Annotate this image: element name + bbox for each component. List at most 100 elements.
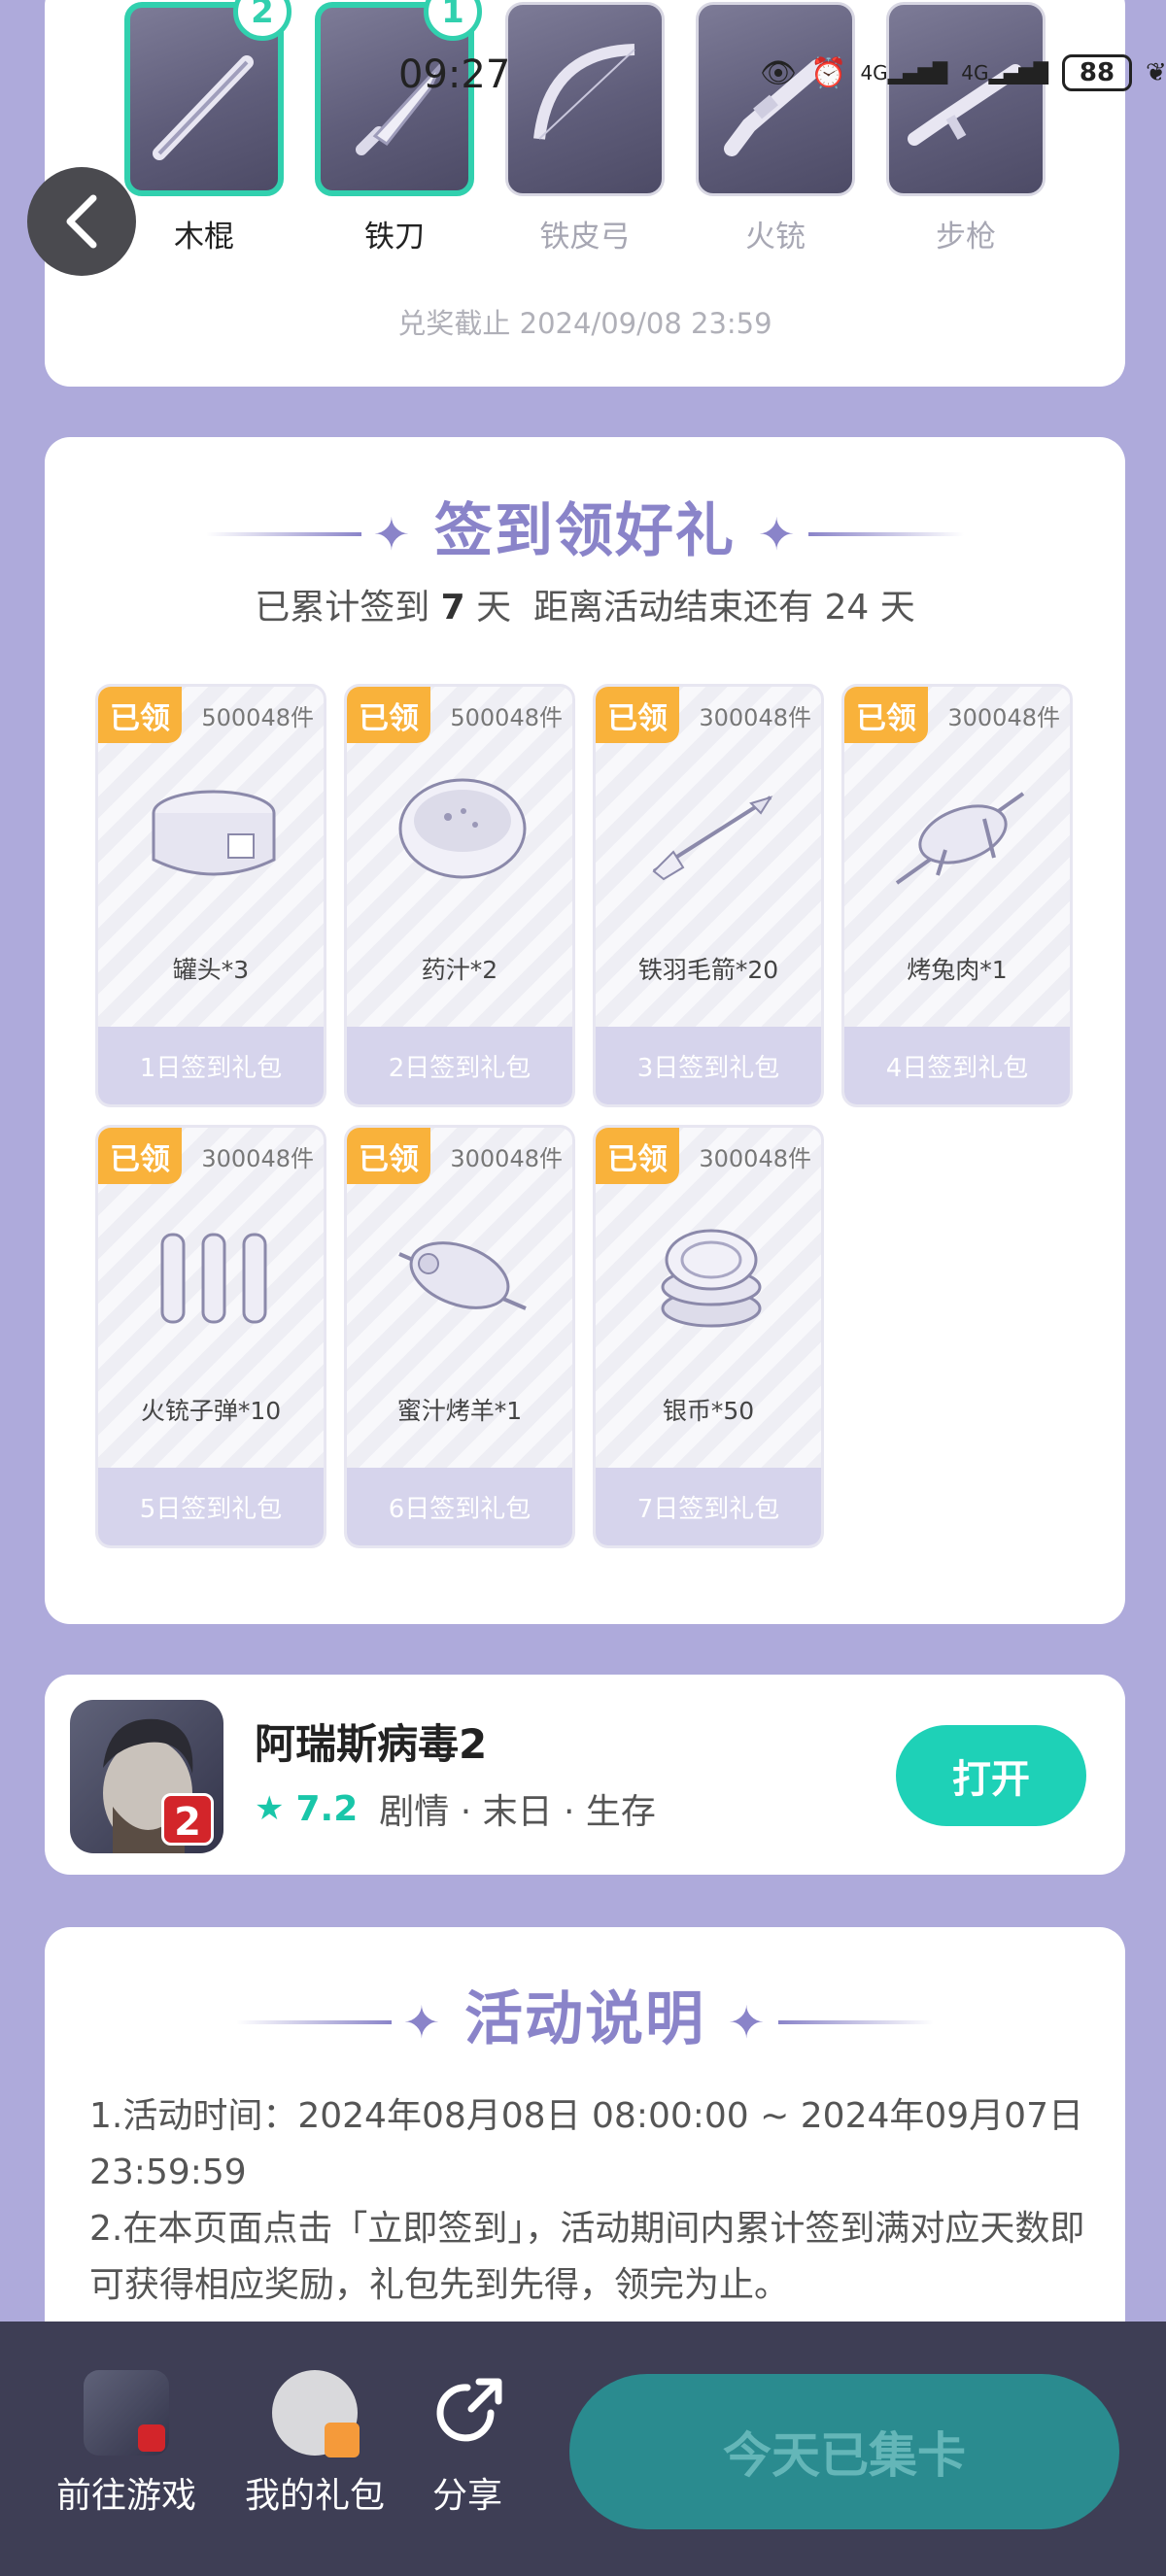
rules-text: 1.活动时间：2024年08月08日 08:00:00 ~ 2024年09月07… bbox=[89, 2088, 1086, 2314]
sparkle-icon: ✦ bbox=[757, 508, 798, 561]
reward-day-label: 6日签到礼包 bbox=[347, 1468, 572, 1545]
reward-day-7[interactable]: 已领 300048件 银币*50 7日签到礼包 bbox=[593, 1125, 824, 1548]
arrow-icon bbox=[652, 796, 773, 881]
title-decoration bbox=[778, 2020, 935, 2025]
rules-line-1: 1.活动时间：2024年08月08日 08:00:00 ~ 2024年09月07… bbox=[89, 2096, 1083, 2192]
weapon-name: 火铳 bbox=[745, 220, 806, 254]
reward-item-name: 火铳子弹*10 bbox=[140, 1397, 282, 1425]
chevron-left-icon bbox=[66, 194, 97, 249]
claimed-badge: 已领 bbox=[347, 687, 430, 743]
claimed-badge: 已领 bbox=[844, 687, 928, 743]
alarm-icon: ⏰ bbox=[810, 55, 847, 90]
signal-icon-2: 4G▂▄▆█ bbox=[961, 61, 1048, 85]
title-decoration bbox=[205, 532, 361, 537]
claimed-badge: 已领 bbox=[596, 687, 679, 743]
reward-stock: 500048件 bbox=[450, 704, 563, 731]
reward-stock: 300048件 bbox=[450, 1145, 563, 1172]
tab-label: 前往游戏 bbox=[55, 2476, 196, 2516]
reward-day-6[interactable]: 已领 300048件 蜜汁烤羊*1 6日签到礼包 bbox=[344, 1125, 575, 1548]
bullets-icon bbox=[160, 1233, 267, 1324]
sparkle-icon: ✦ bbox=[402, 1996, 443, 2050]
wooden-stick-icon: 2 bbox=[124, 0, 292, 196]
reward-stock: 300048件 bbox=[699, 704, 811, 731]
weapon-iron-knife[interactable]: 1 铁刀 bbox=[315, 0, 482, 255]
rules-title-row: ✦ 活动说明 ✦ bbox=[45, 1972, 1125, 2056]
game-title: 阿瑞斯病毒2 bbox=[255, 1720, 488, 1768]
reward-day-label: 5日签到礼包 bbox=[98, 1468, 324, 1545]
reward-day-2[interactable]: 已领 500048件 药汁*2 2日签到礼包 bbox=[344, 684, 575, 1107]
rules-title: 活动说明 bbox=[464, 1985, 705, 2053]
reward-day-label: 2日签到礼包 bbox=[347, 1027, 572, 1104]
roast-lamb-icon bbox=[398, 1241, 527, 1310]
rules-line-2: 2.在本页面点击「立即签到」，活动期间内累计签到满对应天数即可获得相应奖励，礼包… bbox=[89, 2209, 1085, 2305]
reward-day-4[interactable]: 已领 300048件 烤兔肉*1 4日签到礼包 bbox=[841, 684, 1073, 1107]
reward-item-name: 铁羽毛箭*20 bbox=[637, 956, 779, 984]
status-icons: 👁 ⏰ 4G▂▄▆█ 4G▂▄▆█ 88 ❦ bbox=[760, 54, 1166, 91]
reward-item-name: 药汁*2 bbox=[421, 956, 498, 984]
game-meta: ★ 7.2 剧情 · 末日 · 生存 bbox=[255, 1783, 656, 1834]
title-decoration bbox=[235, 2020, 392, 2025]
tab-label: 我的礼包 bbox=[244, 2476, 385, 2516]
share-icon bbox=[425, 2370, 510, 2456]
game-tags: 剧情 · 末日 · 生存 bbox=[379, 1792, 656, 1832]
game-number-badge: 2 bbox=[161, 1793, 214, 1846]
iron-knife-icon: 1 bbox=[315, 0, 482, 196]
weapon-name: 铁皮弓 bbox=[539, 220, 631, 254]
reward-stock: 500048件 bbox=[201, 704, 314, 731]
reward-item-name: 银币*50 bbox=[662, 1397, 755, 1425]
reward-day-label: 1日签到礼包 bbox=[98, 1027, 324, 1104]
collected-today-button[interactable]: 今天已集卡 bbox=[569, 2374, 1119, 2529]
reward-day-5[interactable]: 已领 300048件 火铳子弹*10 5日签到礼包 bbox=[95, 1125, 326, 1548]
weapon-iron-bow[interactable]: 铁皮弓 bbox=[505, 2, 665, 255]
status-time: 09:27 bbox=[398, 52, 511, 97]
silver-coins-icon bbox=[661, 1229, 762, 1328]
canned-food-icon bbox=[152, 790, 276, 876]
game-icon bbox=[84, 2370, 169, 2456]
tab-label: 分享 bbox=[431, 2476, 502, 2516]
weapon-name: 木棍 bbox=[174, 220, 234, 254]
weapon-rifle[interactable]: 步枪 bbox=[886, 2, 1046, 255]
weapon-wooden-stick[interactable]: 2 木棍 bbox=[124, 0, 292, 255]
claimed-badge: 已领 bbox=[98, 1128, 182, 1184]
reward-stock: 300048件 bbox=[699, 1145, 811, 1172]
rifle-icon bbox=[886, 2, 1046, 196]
reward-item-name: 烤兔肉*1 bbox=[907, 956, 1008, 984]
musket-icon bbox=[696, 2, 855, 196]
checkin-summary: 已累计签到 7 天 距离活动结束还有 24 天 bbox=[255, 588, 915, 627]
claimed-badge: 已领 bbox=[98, 687, 182, 743]
tab-go-to-game[interactable]: 前往游戏 bbox=[51, 2370, 202, 2518]
exchange-deadline: 兑奖截止 2024/09/08 23:59 bbox=[397, 307, 772, 340]
sparkle-icon: ✦ bbox=[372, 508, 413, 561]
iron-bow-icon bbox=[505, 2, 665, 196]
reward-day-label: 7日签到礼包 bbox=[596, 1468, 821, 1545]
medicine-bowl-icon bbox=[398, 778, 527, 879]
weapon-musket[interactable]: 火铳 bbox=[696, 2, 855, 255]
game-rating: 7.2 bbox=[295, 1788, 359, 1829]
reward-stock: 300048件 bbox=[947, 704, 1060, 731]
reward-day-label: 3日签到礼包 bbox=[596, 1027, 821, 1104]
weapon-name: 铁刀 bbox=[364, 220, 425, 254]
avatar-gift-icon bbox=[272, 2370, 360, 2457]
weapon-name: 步枪 bbox=[936, 220, 996, 254]
game-app-icon[interactable]: 2 bbox=[70, 1700, 223, 1853]
bottom-action-bar: 前往游戏 我的礼包 分享 今天已集卡 bbox=[0, 2322, 1166, 2576]
tab-my-gifts[interactable]: 我的礼包 bbox=[239, 2370, 391, 2518]
reward-item-name: 罐头*3 bbox=[172, 956, 250, 984]
back-button[interactable] bbox=[27, 167, 136, 276]
checkin-title-row: ✦ 签到领好礼 ✦ bbox=[45, 484, 1125, 568]
tab-share[interactable]: 分享 bbox=[424, 2370, 511, 2518]
title-decoration bbox=[808, 532, 965, 537]
sparkle-icon: ✦ bbox=[727, 1996, 768, 2050]
reward-day-3[interactable]: 已领 300048件 铁羽毛箭*20 3日签到礼包 bbox=[593, 684, 824, 1107]
roast-rabbit-icon bbox=[895, 792, 1025, 885]
open-game-button[interactable]: 打开 bbox=[896, 1725, 1086, 1826]
reward-day-label: 4日签到礼包 bbox=[844, 1027, 1070, 1104]
checkin-title: 签到领好礼 bbox=[434, 497, 736, 565]
battery-icon: 88 bbox=[1061, 54, 1132, 91]
claimed-badge: 已领 bbox=[347, 1128, 430, 1184]
checkin-card: ✦ 签到领好礼 ✦ 已累计签到 7 天 距离活动结束还有 24 天 已领 500… bbox=[45, 437, 1125, 1624]
reward-day-1[interactable]: 已领 500048件 罐头*3 1日签到礼包 bbox=[95, 684, 326, 1107]
leaf-icon: ❦ bbox=[1145, 58, 1166, 87]
signal-icon: 4G▂▄▆█ bbox=[860, 61, 948, 85]
reward-item-name: 蜜汁烤羊*1 bbox=[396, 1397, 523, 1425]
